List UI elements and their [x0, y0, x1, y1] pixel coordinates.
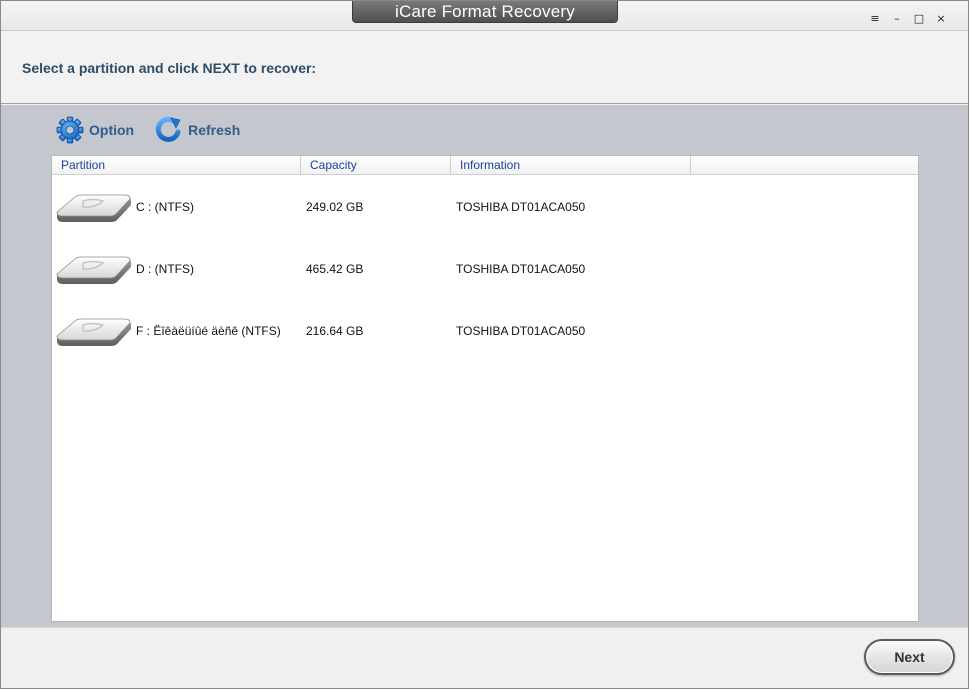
partition-name: D : (NTFS): [136, 262, 194, 276]
toolbar: Option Refresh: [55, 115, 240, 145]
window-title: iCare Format Recovery: [352, 1, 618, 23]
partition-capacity: 216.64 GB: [306, 324, 364, 338]
gear-icon: [56, 116, 84, 144]
menu-icon[interactable]: ≡: [864, 12, 886, 26]
partition-capacity: 465.42 GB: [306, 262, 364, 276]
main-area: Option Refresh Partition Capacity Inform…: [1, 105, 968, 627]
column-header-capacity[interactable]: Capacity: [301, 156, 451, 175]
hard-disk-icon: [56, 194, 131, 222]
column-header-partition[interactable]: Partition: [52, 156, 301, 175]
partition-name: F : Ëîêàëüíûé äèñê (NTFS): [136, 324, 281, 338]
partition-name: C : (NTFS): [136, 200, 194, 214]
table-row[interactable]: D : (NTFS) 465.42 GB TOSHIBA DT01ACA050: [52, 238, 918, 300]
refresh-label: Refresh: [188, 122, 241, 138]
column-header-information[interactable]: Information: [451, 156, 691, 175]
instruction-area: Select a partition and click NEXT to rec…: [1, 32, 968, 104]
partition-information: TOSHIBA DT01ACA050: [456, 200, 586, 214]
option-button[interactable]: Option: [55, 115, 134, 145]
refresh-button[interactable]: Refresh: [154, 115, 240, 145]
next-button[interactable]: Next: [864, 639, 955, 675]
column-header-empty[interactable]: [691, 156, 918, 175]
close-icon[interactable]: ×: [930, 12, 952, 26]
option-label: Option: [89, 122, 135, 138]
table-row[interactable]: C : (NTFS) 249.02 GB TOSHIBA DT01ACA050: [52, 176, 918, 238]
table-row[interactable]: F : Ëîêàëüíûé äèñê (NTFS) 216.64 GB TOSH…: [52, 300, 918, 362]
partition-information: TOSHIBA DT01ACA050: [456, 324, 586, 338]
table-header: Partition Capacity Information: [52, 156, 918, 175]
refresh-icon: [155, 116, 181, 142]
partition-table: Partition Capacity Information C: (NTFS…: [51, 155, 919, 622]
maximize-icon[interactable]: □: [908, 12, 930, 26]
partition-capacity: 249.02 GB: [306, 200, 364, 214]
minimize-icon[interactable]: –: [886, 12, 908, 26]
hard-disk-icon: [56, 256, 131, 284]
app-window: iCare Format Recovery ≡ – □ × Select a p…: [0, 0, 969, 689]
window-controls: ≡ – □ ×: [864, 12, 952, 26]
instruction-text: Select a partition and click NEXT to rec…: [22, 60, 317, 76]
hard-disk-icon: [56, 318, 131, 346]
partition-information: TOSHIBA DT01ACA050: [456, 262, 586, 276]
footer-bar: Next: [1, 627, 968, 688]
title-bar[interactable]: iCare Format Recovery ≡ – □ ×: [1, 1, 968, 31]
